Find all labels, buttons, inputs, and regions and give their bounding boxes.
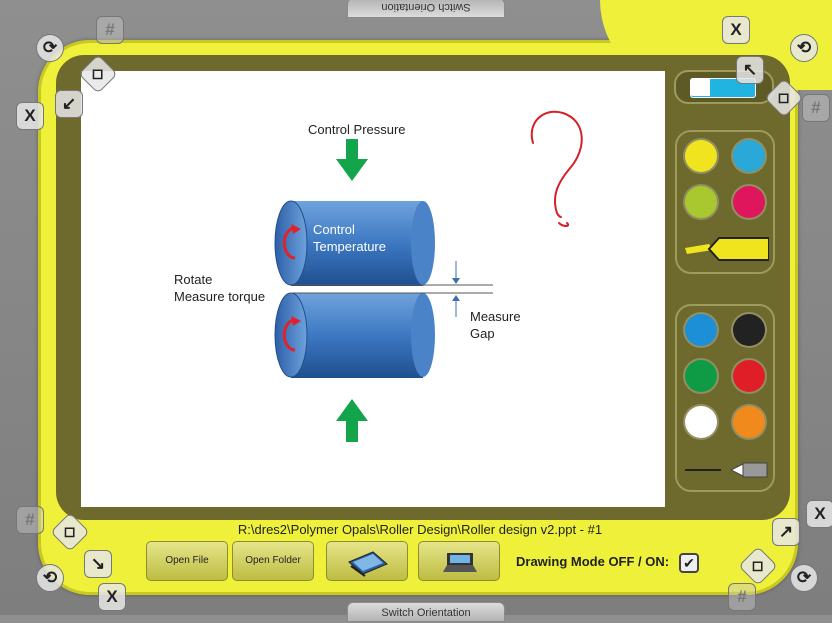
color-swatch[interactable] [733,406,765,438]
rotate-icon[interactable]: ⟲ [790,34,818,62]
close-icon[interactable]: X [722,16,750,44]
color-swatch[interactable] [685,360,717,392]
move-arrow-icon[interactable]: ↖ [736,56,764,84]
pen-icon [685,462,768,478]
bottom-roller [274,292,435,378]
drawing-mode-label: Drawing Mode OFF / ON: [516,554,670,569]
file-path-label: R:\dres2\Polymer Opals\Roller Design\Rol… [237,522,603,537]
control-temperature-label: Control Temperature [313,222,386,254]
table-mode-button[interactable] [418,541,500,581]
close-icon[interactable]: X [98,583,126,611]
up-arrow-icon [336,399,368,442]
highlighter-icon [685,237,769,261]
slide-canvas[interactable]: Control Pressure Control Temperature Rot… [81,71,665,507]
color-swatch[interactable] [733,186,765,218]
open-folder-button[interactable]: Open Folder [232,541,314,581]
color-swatch[interactable] [733,314,765,346]
rotate-icon[interactable]: ⟳ [790,564,818,592]
color-swatch[interactable] [685,406,717,438]
tablet-icon [348,551,388,577]
switch-orientation-top-button[interactable]: Switch Orientation [347,0,505,18]
tablet-mode-button[interactable] [326,541,408,581]
eraser-tip [690,78,710,96]
grid-icon[interactable]: # [802,94,830,122]
handdrawn-question-mark [530,110,583,227]
pen-palette [675,304,775,492]
color-swatch[interactable] [733,360,765,392]
measure-gap-label: Measure Gap [470,309,521,341]
grid-icon[interactable]: # [728,583,756,611]
color-swatch[interactable] [733,140,765,172]
rotate-measure-torque-label: Rotate Measure torque [174,272,266,304]
drawing-mode-checkbox[interactable]: ✔ [679,553,699,573]
control-pressure-label: Control Pressure [308,122,406,137]
close-icon[interactable]: X [806,500,832,528]
rotate-icon[interactable]: ⟳ [36,34,64,62]
color-swatch[interactable] [685,140,717,172]
move-arrow-icon[interactable]: ↘ [84,550,112,578]
grid-icon[interactable]: # [96,16,124,44]
open-file-button[interactable]: Open File [146,541,228,581]
down-arrow-icon [336,139,368,181]
surface-table-icon [443,553,477,572]
color-swatch[interactable] [685,186,717,218]
highlighter-palette [675,130,775,274]
move-arrow-icon[interactable]: ↗ [772,518,800,546]
switch-orientation-bottom-button[interactable]: Switch Orientation [347,602,505,622]
close-icon[interactable]: X [16,102,44,130]
color-swatch[interactable] [685,314,717,346]
grid-icon[interactable]: # [16,506,44,534]
rotate-icon[interactable]: ⟲ [36,564,64,592]
move-arrow-icon[interactable]: ↙ [55,90,83,118]
